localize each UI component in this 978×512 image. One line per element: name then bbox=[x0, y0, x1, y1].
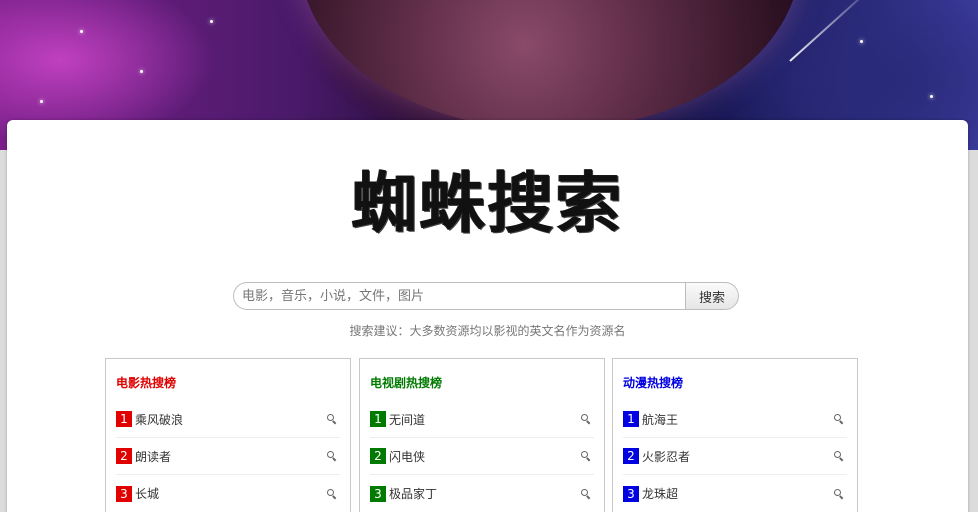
item-title-link[interactable]: 龙珠超 bbox=[642, 485, 833, 502]
panel-title: 电视剧热搜榜 bbox=[370, 376, 443, 390]
search-icon[interactable] bbox=[580, 450, 592, 462]
star-decoration bbox=[210, 20, 213, 23]
search-icon[interactable] bbox=[580, 488, 592, 500]
rank-badge: 3 bbox=[623, 485, 639, 502]
rank-badge: 2 bbox=[623, 448, 639, 464]
search-hint: 搜索建议：大多数资源均以影视的英文名作为资源名 bbox=[349, 324, 626, 338]
list-item[interactable]: 1 乘风破浪 bbox=[116, 401, 340, 438]
search-bar: 搜索 bbox=[233, 282, 743, 310]
site-logo[interactable]: 蜘蛛搜索 bbox=[7, 150, 968, 246]
main-card: 蜘蛛搜索 搜索 搜索建议：大多数资源均以影视的英文名作为资源名 电影热搜榜 1 … bbox=[7, 120, 968, 512]
star-decoration bbox=[40, 100, 43, 103]
search-icon[interactable] bbox=[833, 488, 845, 500]
comet-decoration bbox=[789, 0, 880, 62]
movie-hot-panel: 电影热搜榜 1 乘风破浪 2 朗读者 3 长城 bbox=[105, 358, 351, 512]
search-input[interactable] bbox=[233, 282, 685, 310]
star-decoration bbox=[930, 95, 933, 98]
list-item[interactable]: 3 长城 bbox=[116, 475, 340, 512]
search-icon[interactable] bbox=[326, 413, 338, 425]
anime-hot-panel: 动漫热搜榜 1 航海王 2 火影忍者 3 龙珠超 bbox=[612, 358, 858, 512]
panel-title: 电影热搜榜 bbox=[116, 376, 177, 390]
item-title-link[interactable]: 航海王 bbox=[642, 411, 833, 428]
list-item[interactable]: 2 朗读者 bbox=[116, 438, 340, 475]
tv-hot-panel: 电视剧热搜榜 1 无间道 2 闪电侠 3 极品家丁 bbox=[359, 358, 605, 512]
item-title-link[interactable]: 闪电侠 bbox=[389, 448, 580, 465]
item-title-link[interactable]: 无间道 bbox=[389, 411, 580, 428]
search-button[interactable]: 搜索 bbox=[685, 282, 739, 310]
search-icon[interactable] bbox=[833, 413, 845, 425]
list-item[interactable]: 3 龙珠超 bbox=[623, 475, 847, 512]
star-decoration bbox=[860, 40, 863, 43]
item-title-link[interactable]: 火影忍者 bbox=[642, 448, 833, 465]
list-item[interactable]: 2 闪电侠 bbox=[370, 438, 594, 475]
panel-title: 动漫热搜榜 bbox=[623, 376, 684, 390]
item-title-link[interactable]: 乘风破浪 bbox=[135, 411, 326, 428]
item-title-link[interactable]: 极品家丁 bbox=[389, 485, 580, 502]
rank-badge: 2 bbox=[370, 448, 386, 464]
planet-image bbox=[300, 0, 800, 130]
search-icon[interactable] bbox=[833, 450, 845, 462]
rank-badge: 2 bbox=[116, 448, 132, 464]
list-item[interactable]: 2 火影忍者 bbox=[623, 438, 847, 475]
search-icon[interactable] bbox=[326, 488, 338, 500]
rank-badge: 1 bbox=[116, 411, 132, 427]
item-title-link[interactable]: 长城 bbox=[135, 485, 326, 502]
list-item[interactable]: 3 极品家丁 bbox=[370, 475, 594, 512]
rank-badge: 3 bbox=[370, 485, 386, 502]
rank-badge: 3 bbox=[116, 485, 132, 502]
list-item[interactable]: 1 无间道 bbox=[370, 401, 594, 438]
star-decoration bbox=[80, 30, 83, 33]
search-icon[interactable] bbox=[580, 413, 592, 425]
item-title-link[interactable]: 朗读者 bbox=[135, 448, 326, 465]
star-decoration bbox=[140, 70, 143, 73]
rank-badge: 1 bbox=[370, 411, 386, 427]
list-item[interactable]: 1 航海王 bbox=[623, 401, 847, 438]
search-icon[interactable] bbox=[326, 450, 338, 462]
rank-badge: 1 bbox=[623, 411, 639, 427]
